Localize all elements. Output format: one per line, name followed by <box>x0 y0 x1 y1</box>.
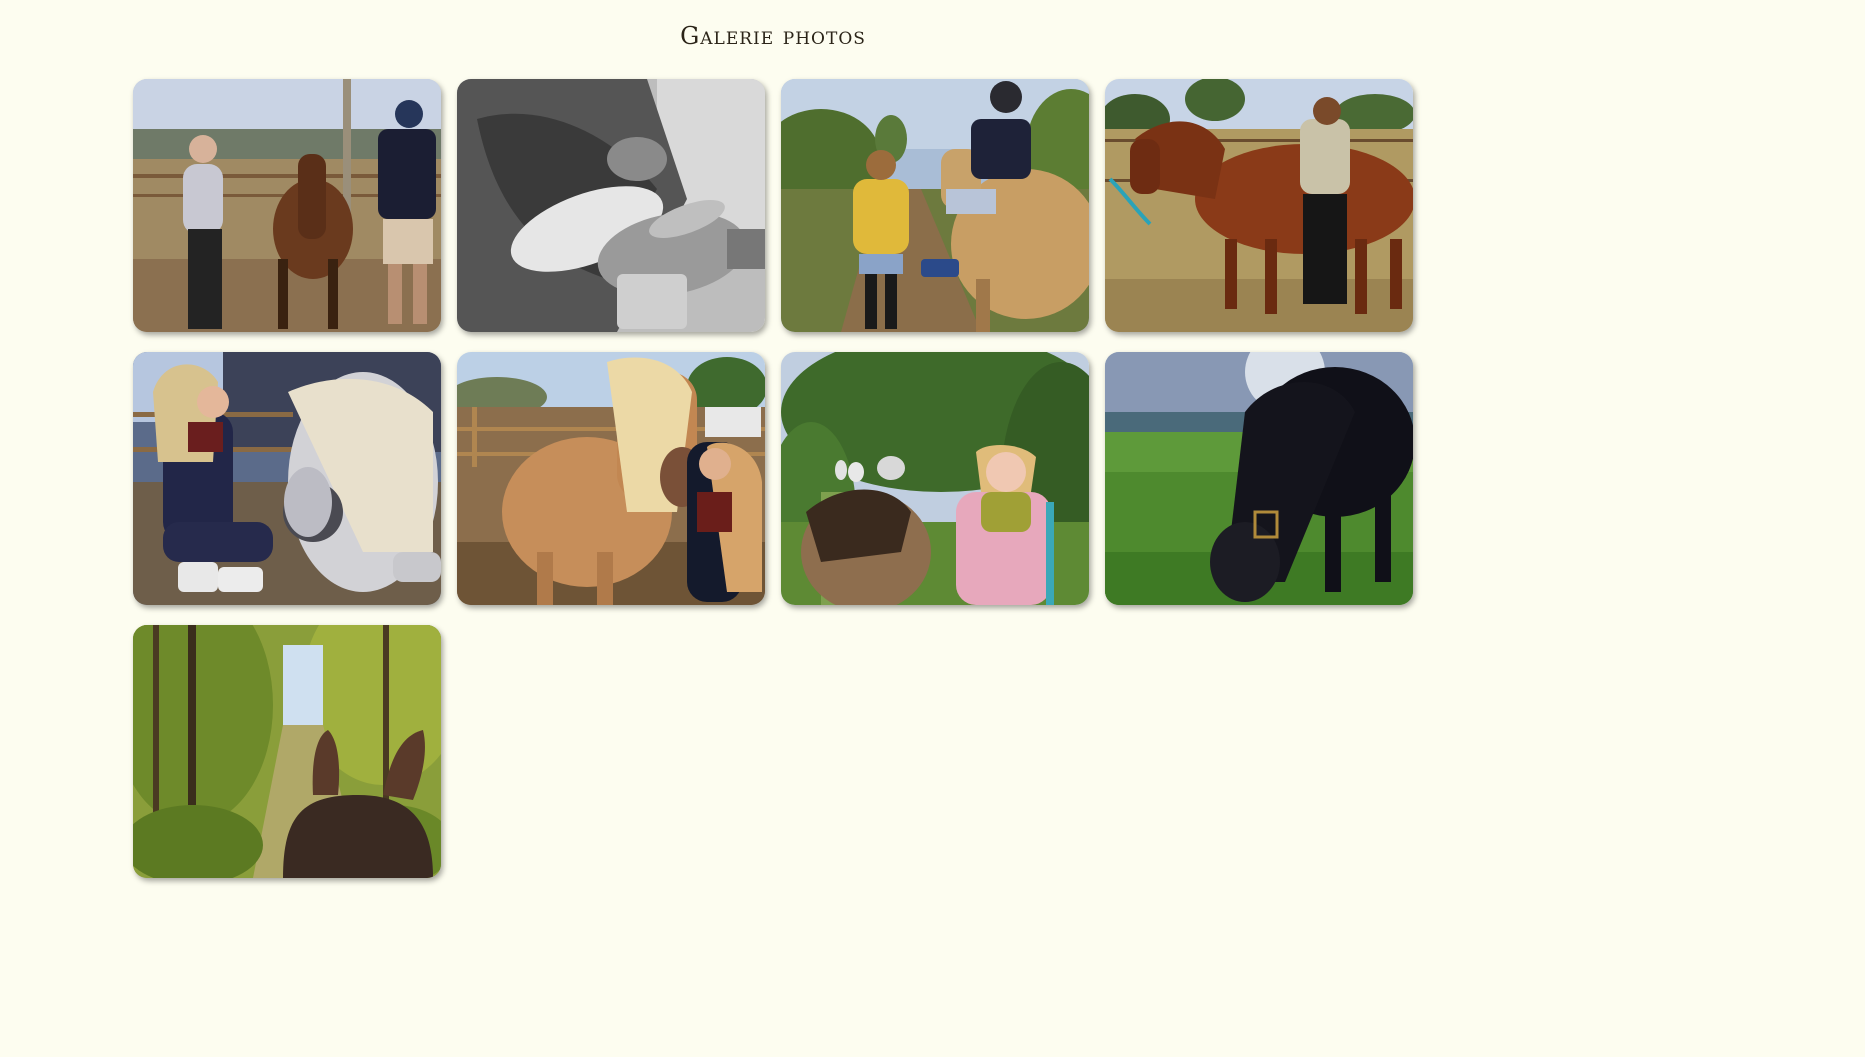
photo-child-on-palomino-pony-with-girl <box>781 79 1089 332</box>
photo-black-horse-grazing <box>1105 352 1413 605</box>
photo-woman-with-haflinger-horse <box>457 352 765 605</box>
photo-forest-trail-between-horse-ears <box>133 625 441 878</box>
gallery-photo-6[interactable] <box>457 352 765 605</box>
gallery-photo-2[interactable] <box>457 79 765 332</box>
gallery-photo-7[interactable] <box>781 352 1089 605</box>
photo-woman-with-chestnut-horse <box>1105 79 1413 332</box>
gallery-photo-1[interactable] <box>133 79 441 332</box>
photo-two-riders-leading-bay-horse <box>133 79 441 332</box>
photo-girl-with-pony-on-trail <box>781 352 1089 605</box>
gallery-photo-3[interactable] <box>781 79 1089 332</box>
gallery-photo-5[interactable] <box>133 352 441 605</box>
photo-hands-grooming-black-white <box>457 79 765 332</box>
gallery-photo-9[interactable] <box>133 625 441 878</box>
page-title: Galerie photos <box>680 22 866 50</box>
gallery-photo-8[interactable] <box>1105 352 1413 605</box>
gallery-photo-4[interactable] <box>1105 79 1413 332</box>
photo-woman-kneeling-with-grey-horse <box>133 352 441 605</box>
photo-gallery <box>133 79 1413 878</box>
